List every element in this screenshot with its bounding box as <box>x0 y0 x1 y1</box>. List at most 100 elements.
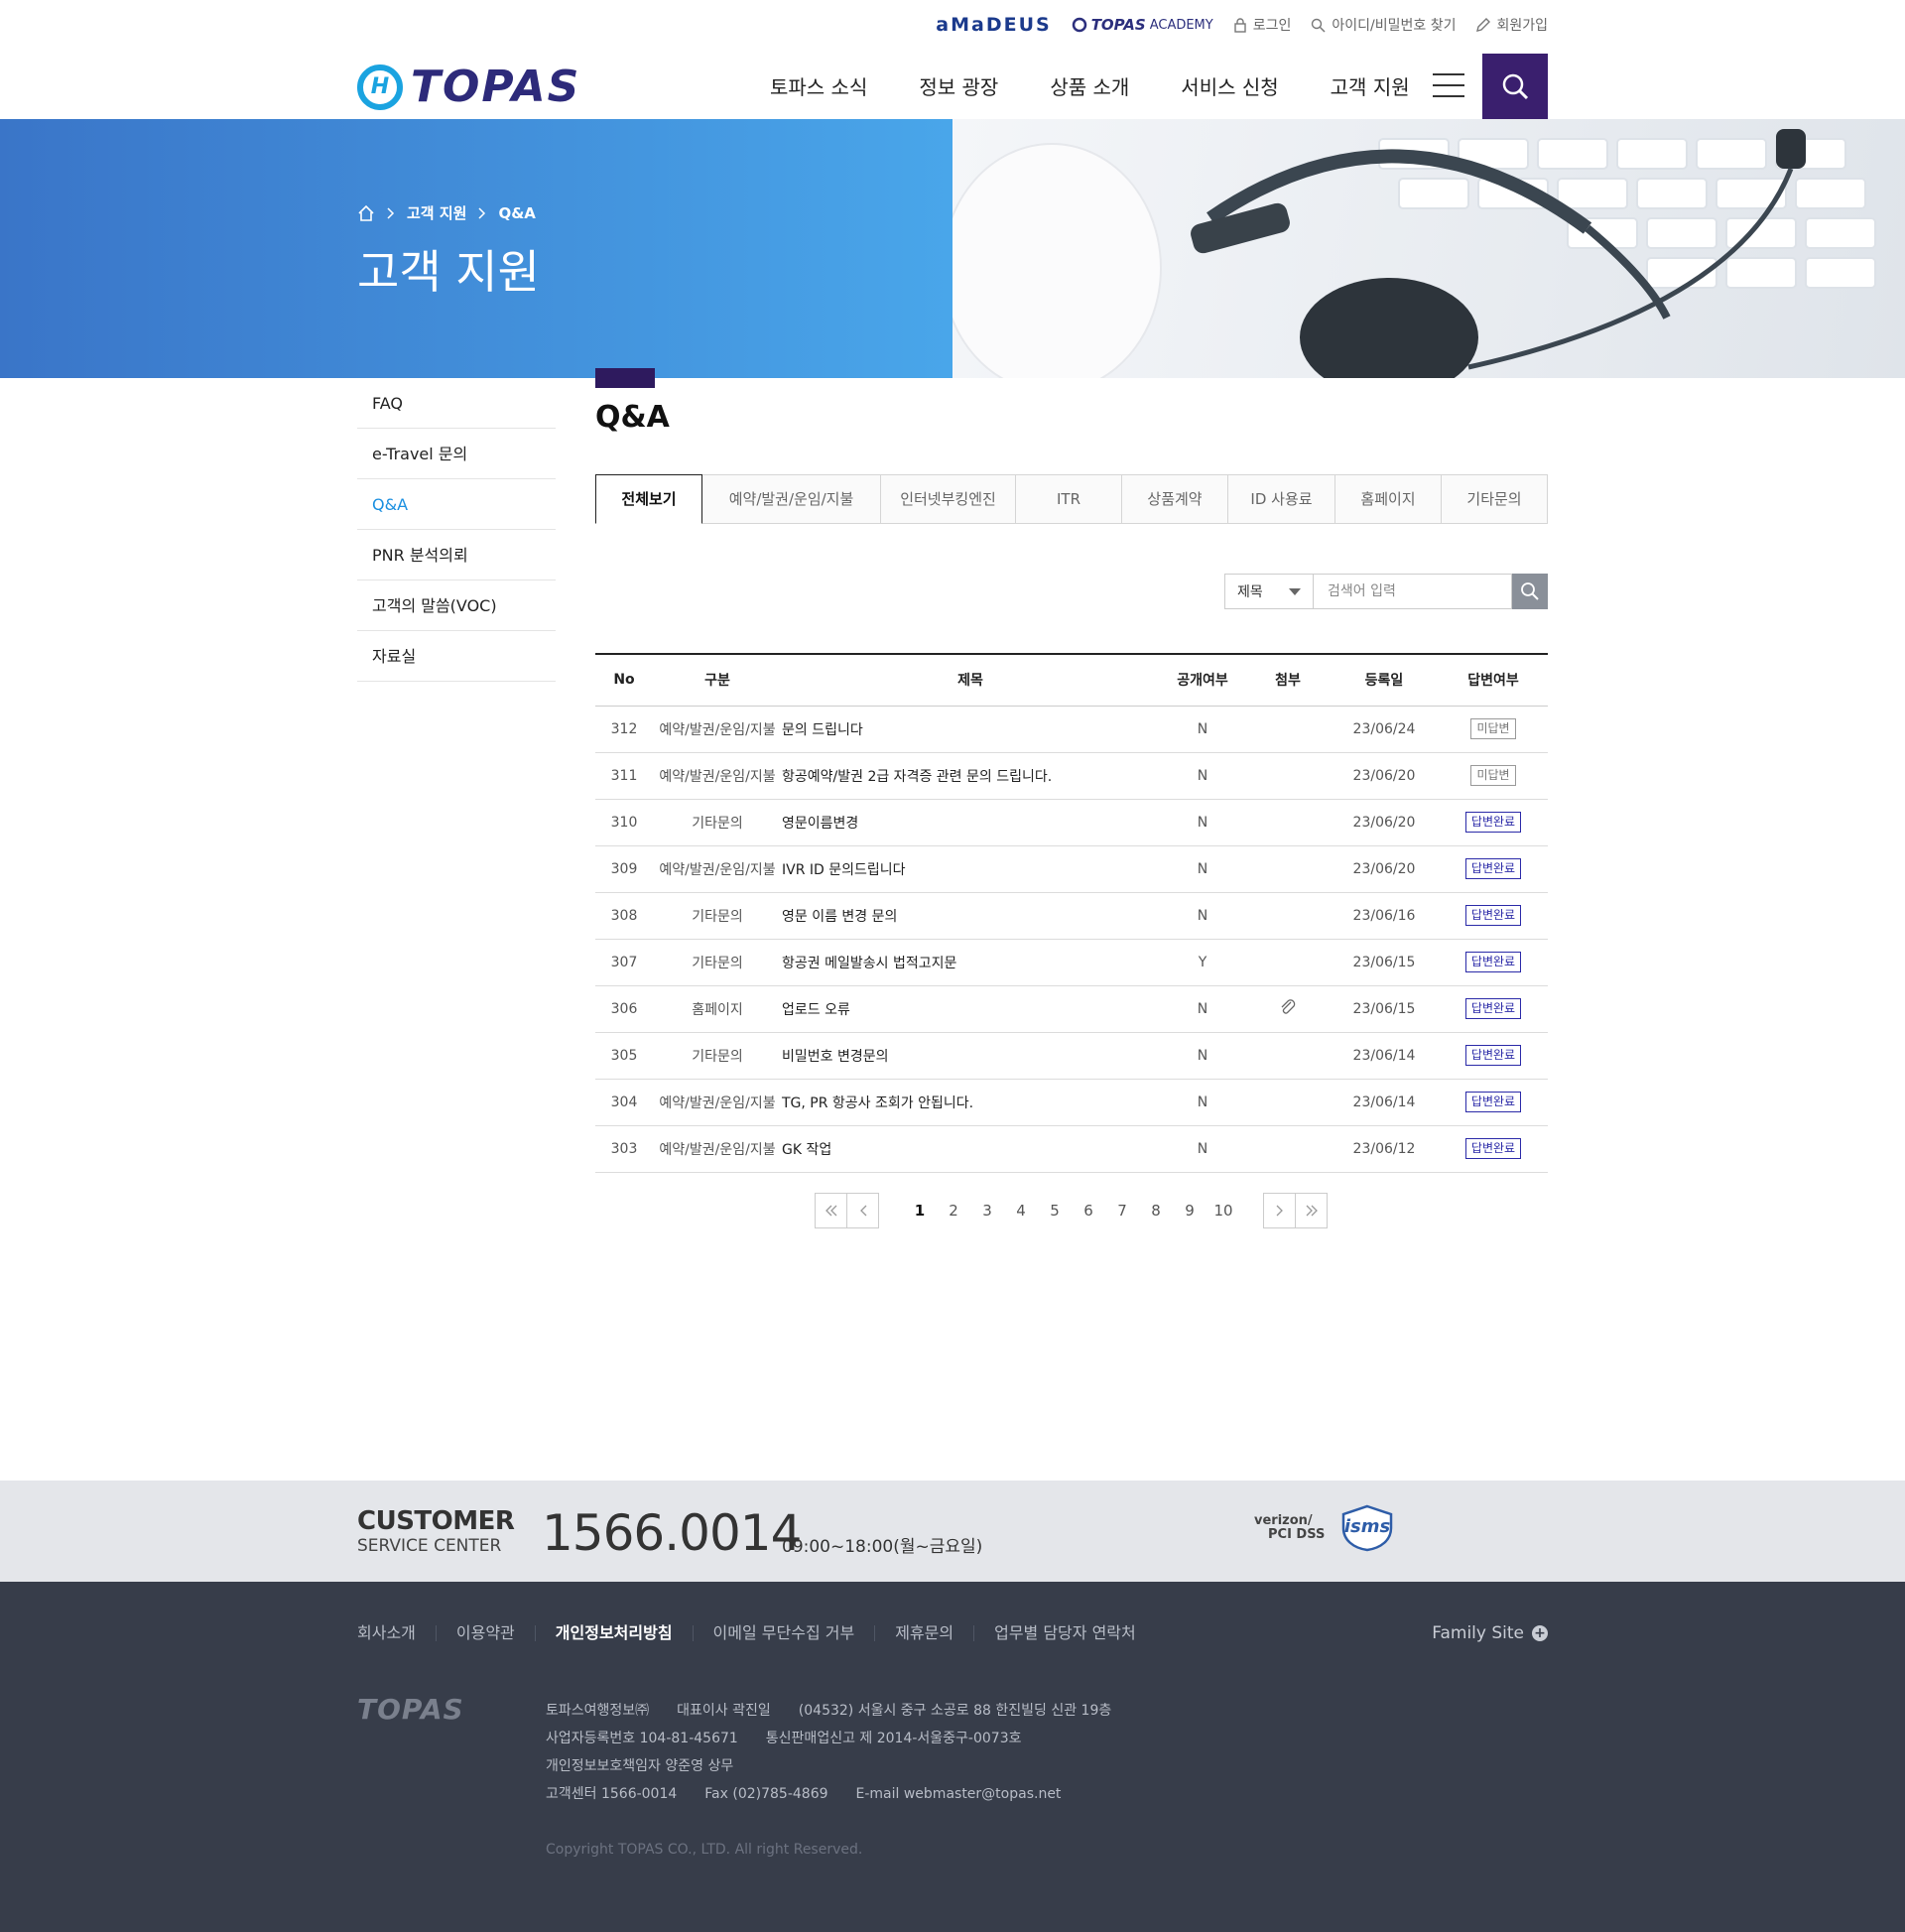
footer-link-email-refuse[interactable]: 이메일 무단수집 거부 <box>692 1625 875 1641</box>
tab-booking-engine[interactable]: 인터넷부킹엔진 <box>881 474 1016 524</box>
page-number[interactable]: 8 <box>1139 1202 1173 1220</box>
row-category: 기타문의 <box>653 1032 782 1080</box>
row-status: 답변완료 <box>1439 892 1548 940</box>
site-search-button[interactable] <box>1482 54 1548 119</box>
page-number[interactable]: 5 <box>1038 1202 1072 1220</box>
row-subject-link[interactable]: TG, PR 항공사 조회가 안됩니다. <box>782 1079 1159 1126</box>
table-row[interactable]: 305 기타문의 비밀번호 변경문의 N 23/06/14 답변완료 <box>595 1032 1548 1080</box>
page-number[interactable]: 2 <box>937 1202 970 1220</box>
table-row[interactable]: 312 예약/발권/운임/지불 문의 드립니다 N 23/06/24 미답변 <box>595 706 1548 753</box>
row-status: 답변완료 <box>1439 1125 1548 1173</box>
gnb-item-news[interactable]: 토파스 소식 <box>770 71 867 100</box>
table-row[interactable]: 303 예약/발권/운임/지불 GK 작업 N 23/06/12 답변완료 <box>595 1125 1548 1173</box>
next-page-icon[interactable] <box>1263 1192 1296 1228</box>
tab-contract[interactable]: 상품계약 <box>1122 474 1228 524</box>
copyright: Copyright TOPAS CO., LTD. All right Rese… <box>546 1842 863 1858</box>
page-title: Q&A <box>595 400 670 435</box>
row-public: N <box>1159 985 1246 1033</box>
sidebar-item-pnr[interactable]: PNR 분석의뢰 <box>357 530 556 580</box>
table-row[interactable]: 309 예약/발권/운임/지불 IVR ID 문의드립니다 N 23/06/20 답변완료 <box>595 845 1548 893</box>
row-attachment <box>1246 752 1330 800</box>
table-row[interactable]: 310 기타문의 영문이름변경 N 23/06/20 답변완료 <box>595 799 1548 846</box>
site-logo[interactable]: H TOPAS <box>357 62 580 112</box>
footer-link-contacts[interactable]: 업무별 담당자 연락처 <box>973 1625 1156 1641</box>
breadcrumb-qna[interactable]: Q&A <box>498 204 535 222</box>
page-number[interactable]: 10 <box>1206 1202 1240 1220</box>
search-icon <box>1521 582 1539 600</box>
row-subject-link[interactable]: 항공예약/발권 2급 자격증 관련 문의 드립니다. <box>782 752 1159 800</box>
prev-page-icon[interactable] <box>846 1192 879 1228</box>
table-row[interactable]: 304 예약/발권/운임/지불 TG, PR 항공사 조회가 안됩니다. N 23/06… <box>595 1079 1548 1126</box>
page-number[interactable]: 1 <box>903 1202 937 1220</box>
gnb-item-info[interactable]: 정보 광장 <box>919 71 998 100</box>
utility-bar: aMaDEUS TOPAS ACADEMY 로그인 아이디/비밀번호 찾기 회원가… <box>936 14 1548 36</box>
row-subject-link[interactable]: 항공권 메일발송시 법적고지문 <box>782 939 1159 986</box>
header: H TOPAS 토파스 소식 정보 광장 상품 소개 서비스 신청 고객 지원 <box>0 52 1905 119</box>
cs-hours: 09:00~18:00(월~금요일) <box>782 1537 983 1557</box>
gnb-item-support[interactable]: 고객 지원 <box>1331 71 1410 100</box>
sidebar-item-faq[interactable]: FAQ <box>357 378 556 429</box>
row-date: 23/06/20 <box>1330 799 1439 846</box>
find-account-link[interactable]: 아이디/비밀번호 찾기 <box>1311 15 1456 35</box>
footer-link-privacy[interactable]: 개인정보처리방침 <box>534 1625 693 1641</box>
search-button[interactable] <box>1512 574 1548 609</box>
row-subject-link[interactable]: GK 작업 <box>782 1125 1159 1173</box>
row-date: 23/06/15 <box>1330 939 1439 986</box>
row-public: N <box>1159 1079 1246 1126</box>
category-tabs: 전체보기 예약/발권/운임/지불 인터넷부킹엔진 ITR 상품계약 ID 사용료… <box>595 474 1548 524</box>
row-category: 기타문의 <box>653 892 782 940</box>
table-row[interactable]: 306 홈페이지 업로드 오류 N 23/06/15 답변완료 <box>595 985 1548 1033</box>
family-site-button[interactable]: Family Site + <box>1432 1623 1548 1643</box>
footer-link-company[interactable]: 회사소개 <box>357 1625 436 1641</box>
paperclip-icon[interactable] <box>1279 998 1297 1016</box>
row-no: 305 <box>595 1032 653 1080</box>
page-number[interactable]: 9 <box>1173 1202 1206 1220</box>
row-subject-link[interactable]: 영문 이름 변경 문의 <box>782 892 1159 940</box>
row-category: 홈페이지 <box>653 985 782 1033</box>
cs-label: CUSTOMER SERVICE CENTER <box>357 1508 515 1555</box>
gnb-item-products[interactable]: 상품 소개 <box>1050 71 1129 100</box>
page-number[interactable]: 4 <box>1004 1202 1038 1220</box>
row-subject-link[interactable]: 비밀번호 변경문의 <box>782 1032 1159 1080</box>
row-category: 예약/발권/운임/지불 <box>653 706 782 753</box>
breadcrumb-support[interactable]: 고객 지원 <box>407 202 466 223</box>
hero-banner: 고객 지원 Q&A 고객 지원 <box>0 119 1905 378</box>
row-attachment[interactable] <box>1246 985 1330 1033</box>
login-link[interactable]: 로그인 <box>1233 15 1291 35</box>
join-link[interactable]: 회원가입 <box>1475 15 1548 35</box>
hamburger-menu-icon[interactable] <box>1433 73 1464 97</box>
footer-link-terms[interactable]: 이용약관 <box>435 1625 535 1641</box>
topas-academy-logo[interactable]: TOPAS ACADEMY <box>1072 16 1213 34</box>
page-number[interactable]: 7 <box>1105 1202 1139 1220</box>
sidebar-item-etravel[interactable]: e-Travel 문의 <box>357 429 556 479</box>
footer-link-partnership[interactable]: 제휴문의 <box>874 1625 973 1641</box>
search-input[interactable] <box>1314 574 1512 609</box>
first-page-icon[interactable] <box>815 1192 847 1228</box>
row-subject-link[interactable]: 업로드 오류 <box>782 985 1159 1033</box>
table-row[interactable]: 308 기타문의 영문 이름 변경 문의 N 23/06/16 답변완료 <box>595 892 1548 940</box>
row-subject-link[interactable]: IVR ID 문의드립니다 <box>782 845 1159 893</box>
tab-itr[interactable]: ITR <box>1016 474 1122 524</box>
tab-homepage[interactable]: 홈페이지 <box>1335 474 1442 524</box>
sidebar-item-voc[interactable]: 고객의 말씀(VOC) <box>357 580 556 631</box>
row-subject-link[interactable]: 영문이름변경 <box>782 799 1159 846</box>
sidebar-item-qna[interactable]: Q&A <box>357 479 556 530</box>
last-page-icon[interactable] <box>1295 1192 1328 1228</box>
row-subject-link[interactable]: 문의 드립니다 <box>782 706 1159 753</box>
home-icon[interactable] <box>357 204 375 222</box>
tab-all[interactable]: 전체보기 <box>595 474 702 524</box>
amadeus-logo[interactable]: aMaDEUS <box>936 14 1051 36</box>
gnb-item-service[interactable]: 서비스 신청 <box>1181 71 1278 100</box>
page-number[interactable]: 3 <box>970 1202 1004 1220</box>
search-field-select[interactable]: 제목 <box>1224 574 1314 609</box>
sidebar-item-library[interactable]: 자료실 <box>357 631 556 682</box>
page-number[interactable]: 6 <box>1072 1202 1105 1220</box>
answer-status-badge: 답변완료 <box>1464 998 1522 1019</box>
tab-reservation[interactable]: 예약/발권/운임/지불 <box>702 474 881 524</box>
col-category: 구분 <box>653 654 782 707</box>
tab-etc[interactable]: 기타문의 <box>1442 474 1548 524</box>
row-category: 예약/발권/운임/지불 <box>653 752 782 800</box>
table-row[interactable]: 311 예약/발권/운임/지불 항공예약/발권 2급 자격증 관련 문의 드립니다.… <box>595 752 1548 800</box>
tab-id-fee[interactable]: ID 사용료 <box>1228 474 1335 524</box>
table-row[interactable]: 307 기타문의 항공권 메일발송시 법적고지문 Y 23/06/15 답변완료 <box>595 939 1548 986</box>
